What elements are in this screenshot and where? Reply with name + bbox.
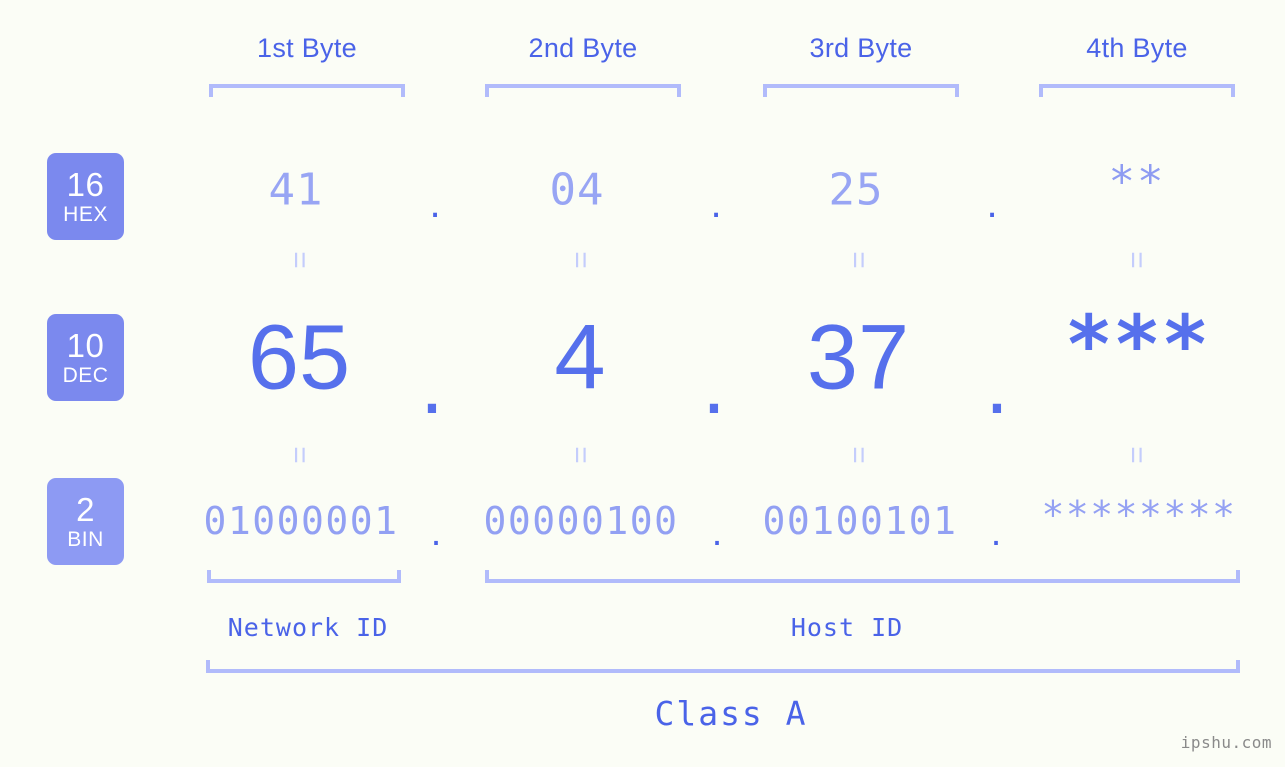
base-badge-hex: 16 HEX — [47, 153, 124, 240]
equals-connector-hex-dec-4: = — [1120, 251, 1153, 269]
byte-header-1: 1st Byte — [257, 33, 357, 63]
network-id-bracket — [207, 570, 401, 583]
class-bracket — [206, 660, 1240, 673]
byte-bracket-4 — [1039, 84, 1235, 97]
base-badge-dec-label: DEC — [62, 364, 109, 387]
base-badge-dec-number: 10 — [66, 327, 105, 364]
base-badge-bin-number: 2 — [76, 491, 95, 528]
equals-connector-dec-bin-4: = — [1120, 446, 1153, 464]
base-badge-hex-label: HEX — [63, 203, 108, 226]
byte-bracket-1 — [209, 84, 405, 97]
hex-byte-1: 41 — [268, 164, 324, 216]
bin-byte-2: 00000100 — [483, 499, 679, 543]
byte-bracket-3 — [763, 84, 959, 97]
equals-connector-dec-bin-1: = — [283, 446, 316, 464]
dec-byte-3: 37 — [806, 306, 910, 409]
dec-byte-1: 65 — [247, 306, 351, 409]
equals-connector-hex-dec-1: = — [283, 251, 316, 269]
host-id-bracket — [485, 570, 1240, 583]
network-id-label: Network ID — [227, 613, 389, 642]
bin-byte-3: 00100101 — [762, 499, 958, 543]
base-badge-hex-number: 16 — [66, 166, 105, 203]
base-badge-dec: 10 DEC — [47, 314, 124, 401]
equals-connector-hex-dec-2: = — [564, 251, 597, 269]
byte-header-2: 2nd Byte — [528, 33, 638, 63]
ip-address-breakdown-diagram: 1st Byte 2nd Byte 3rd Byte 4th Byte 16 H… — [0, 0, 1285, 767]
equals-connector-hex-dec-3: = — [842, 251, 875, 269]
base-badge-bin: 2 BIN — [47, 478, 124, 565]
hex-byte-2: 04 — [549, 164, 605, 216]
equals-connector-dec-bin-3: = — [842, 446, 875, 464]
byte-header-4: 4th Byte — [1086, 33, 1188, 63]
host-id-label: Host ID — [790, 613, 904, 642]
bin-byte-1: 01000001 — [203, 499, 399, 543]
equals-connector-dec-bin-2: = — [564, 446, 597, 464]
byte-header-3: 3rd Byte — [809, 33, 913, 63]
class-label: Class A — [654, 694, 808, 733]
hex-byte-3: 25 — [828, 164, 884, 216]
hex-byte-4: ** — [1108, 156, 1166, 208]
byte-bracket-2 — [485, 84, 681, 97]
bin-byte-4: ******** — [1041, 493, 1237, 537]
dec-byte-2: 4 — [554, 306, 606, 409]
base-badge-bin-label: BIN — [67, 528, 104, 551]
dec-byte-4: *** — [1064, 298, 1210, 392]
watermark: ipshu.com — [1180, 733, 1272, 752]
